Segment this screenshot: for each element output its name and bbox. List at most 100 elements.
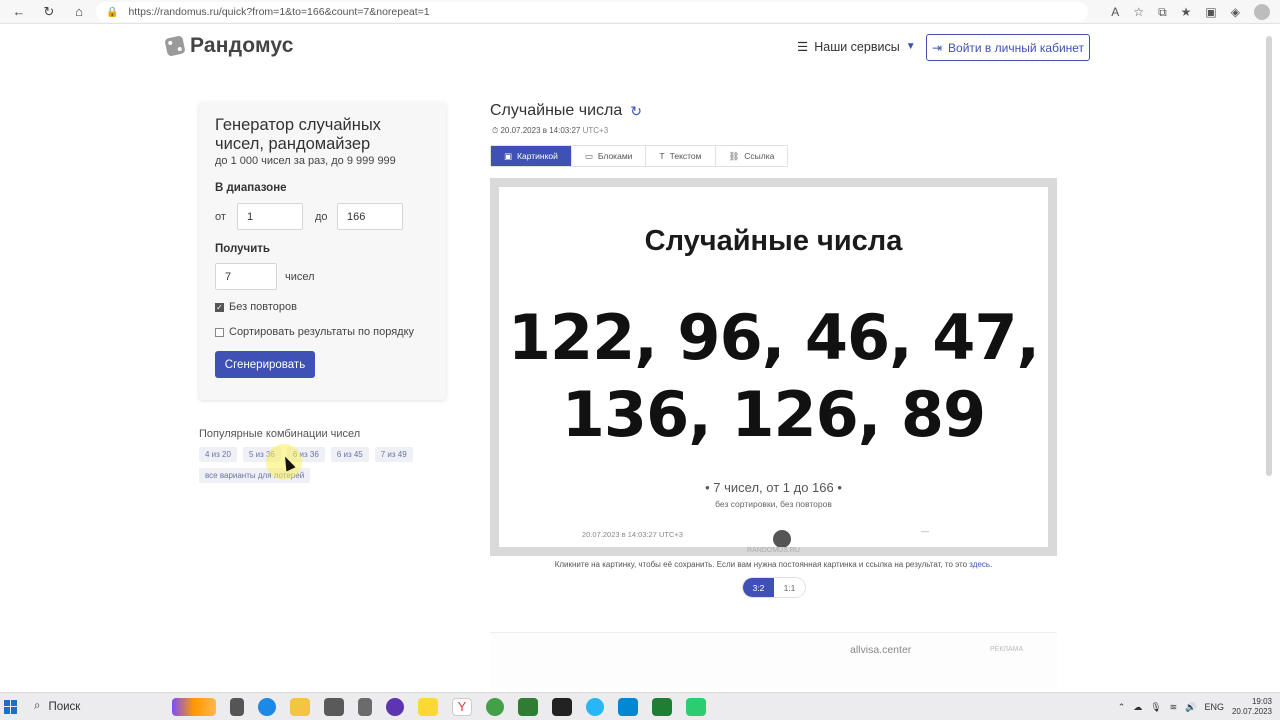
result-datetime: 20.07.2023 в 14:03:27 <box>500 126 581 135</box>
widgets-icon[interactable] <box>172 698 216 716</box>
generator-panel: Генератор случайных чисел, рандомайзер д… <box>199 102 446 400</box>
volume-icon[interactable]: 🔊 <box>1185 702 1196 713</box>
search-icon: ⌕ <box>34 700 41 712</box>
app-badge-icon[interactable] <box>358 698 372 716</box>
mic-icon[interactable]: 🎙 <box>1150 702 1161 713</box>
ratio-1-1[interactable]: 1:1 <box>774 578 805 597</box>
save-note: Кликните на картинку, чтобы её сохранить… <box>554 560 993 569</box>
taskbar-search-label: Поиск <box>48 700 81 713</box>
wifi-icon[interactable]: ≋ <box>1170 702 1178 713</box>
tab-image-label: Картинкой <box>517 151 558 161</box>
whatsapp-icon[interactable] <box>486 698 504 716</box>
card-title: Случайные числа <box>644 225 903 257</box>
chip-6-of-45[interactable]: 6 из 45 <box>330 447 369 462</box>
windows-start-icon[interactable] <box>4 699 18 714</box>
page-scrollbar[interactable] <box>1266 36 1272 476</box>
ratio-3-2[interactable]: 3:2 <box>743 578 774 597</box>
wechat-icon[interactable] <box>518 698 538 716</box>
aspect-ratio-toggle: 3:2 1:1 <box>742 577 806 598</box>
services-label: Наши сервисы <box>814 39 900 54</box>
sort-checkbox[interactable] <box>215 327 224 337</box>
result-title: Случайные числа <box>490 102 623 119</box>
norepeat-checkbox[interactable]: ✓ <box>215 302 224 312</box>
edge-browser-icon[interactable] <box>258 698 276 716</box>
dice-icon <box>164 35 186 57</box>
taskbar-clock[interactable]: 19:03 20.07.2023 <box>1232 697 1272 717</box>
result-heading: Случайные числа ↻ <box>490 102 642 120</box>
yandex-icon[interactable]: Y <box>452 698 472 716</box>
login-icon: ⇥ <box>931 40 943 55</box>
app-game-icon[interactable] <box>386 698 404 716</box>
favorite-star-icon[interactable]: ☆ <box>1133 5 1144 19</box>
reload-icon[interactable]: ↻ <box>38 1 60 23</box>
remote-desktop-icon[interactable] <box>618 698 638 716</box>
sort-option[interactable]: Сортировать результаты по порядку <box>215 326 414 338</box>
language-indicator[interactable]: ENG <box>1204 702 1224 712</box>
ad-banner[interactable] <box>490 632 1057 690</box>
telegram-icon[interactable] <box>586 698 604 716</box>
clock-time: 19:03 <box>1251 697 1272 706</box>
save-link[interactable]: здесь <box>969 560 990 569</box>
count-input[interactable]: 7 <box>215 263 277 290</box>
result-image[interactable]: Случайные числа 122, 96, 46, 47, 136, 12… <box>490 178 1057 556</box>
tab-text-label: Текстом <box>669 151 702 161</box>
profile-avatar[interactable] <box>1254 4 1270 20</box>
range-label: В диапазоне <box>215 182 287 194</box>
generate-button[interactable]: Сгенерировать <box>215 351 315 378</box>
browser-actions: A ☆ ⧉ ★ ▣ ◈ <box>1111 0 1270 24</box>
taskbar-search[interactable]: ⌕ Поиск <box>34 696 174 718</box>
get-label: Получить <box>215 243 271 255</box>
tab-image[interactable]: ▣ Картинкой <box>491 146 572 166</box>
refresh-icon[interactable]: ↻ <box>630 103 642 120</box>
windows-taskbar: ⌕ Поиск Y ⌃ ☁ 🎙 ≋ 🔊 ENG 19:03 20.07.2023 <box>0 692 1280 720</box>
lock-icon: 🔒 <box>106 6 119 18</box>
excel-icon[interactable] <box>652 698 672 716</box>
favorites-icon[interactable]: ★ <box>1181 5 1192 19</box>
tab-blocks[interactable]: ▭ Блоками <box>571 146 647 166</box>
app-green-icon[interactable] <box>686 698 706 716</box>
collections-icon[interactable]: ▣ <box>1205 5 1216 19</box>
login-button[interactable]: ⇥ Войти в личный кабинет <box>926 34 1090 61</box>
chip-4-of-20[interactable]: 4 из 20 <box>199 447 237 462</box>
tab-text[interactable]: T Текстом <box>646 146 716 166</box>
login-label: Войти в личный кабинет <box>948 40 1085 55</box>
tab-blocks-label: Блоками <box>597 151 633 161</box>
site-logo[interactable]: Рандомус <box>164 34 294 58</box>
card-footer-dash: — <box>921 527 929 536</box>
numbers-line-2: 136, 126, 89 <box>561 378 986 451</box>
to-input[interactable]: 166 <box>337 203 403 230</box>
app-shield-icon[interactable] <box>324 698 344 716</box>
popular-chips: 4 из 20 5 из 36 6 из 36 6 из 45 7 из 49 … <box>199 447 439 483</box>
address-bar[interactable]: 🔒 https://randomus.ru/quick?from=1&to=16… <box>96 2 1088 22</box>
chip-7-of-49[interactable]: 7 из 49 <box>374 447 413 462</box>
range-row: от 1 до 166 <box>215 203 403 230</box>
task-view-icon[interactable] <box>230 698 244 716</box>
card-brand: RANDOMUS.RU <box>747 547 800 554</box>
text-icon: T <box>659 151 665 161</box>
result-timezone: UTC+3 <box>582 126 609 135</box>
read-aloud-icon[interactable]: A <box>1111 5 1119 19</box>
file-explorer-icon[interactable] <box>290 698 310 716</box>
dice-icon <box>773 530 791 547</box>
app-m-icon[interactable] <box>418 698 438 716</box>
from-label: от <box>215 210 226 223</box>
result-date: ⏱ 20.07.2023 в 14:03:27 UTC+3 <box>492 126 608 136</box>
extension-icon[interactable]: ◈ <box>1231 5 1240 19</box>
camera-app-icon[interactable] <box>552 698 572 716</box>
cloud-icon[interactable]: ☁ <box>1133 702 1142 713</box>
services-menu[interactable]: ☰ Наши сервисы ▼ <box>797 39 916 55</box>
tray-arrow-icon[interactable]: ⌃ <box>1118 702 1126 713</box>
menu-list-icon: ☰ <box>797 40 809 54</box>
norepeat-option[interactable]: ✓ Без повторов <box>215 301 297 313</box>
clock-date: 20.07.2023 <box>1231 707 1272 716</box>
card-footer-date: 20.07.2023 в 14:03:27 UTC+3 <box>582 530 683 539</box>
home-icon[interactable]: ⌂ <box>68 1 90 23</box>
back-icon[interactable]: ← <box>8 1 30 23</box>
tab-link-label: Ссылка <box>744 151 775 161</box>
logo-text: Рандомус <box>190 34 294 57</box>
tab-link[interactable]: ⛓ Ссылка <box>715 146 788 166</box>
taskbar-apps: Y <box>172 693 706 720</box>
from-input[interactable]: 1 <box>237 203 303 230</box>
extensions-icon[interactable]: ⧉ <box>1158 5 1167 20</box>
ad-text[interactable]: allvisa.center <box>850 644 911 656</box>
